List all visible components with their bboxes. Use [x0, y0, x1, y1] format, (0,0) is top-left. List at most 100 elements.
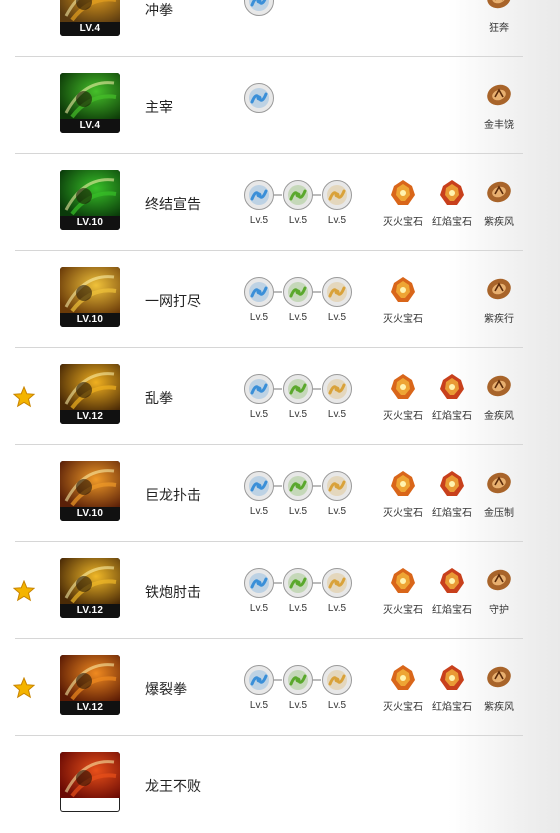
rune-effect-label: 金压制 [484, 508, 514, 519]
tripod-rune-icon[interactable] [322, 568, 352, 598]
skill-row: LV.10 巨龙扑击 Lv.5 Lv.5 Lv.5 灭火宝石 红焰宝石 金压制 [15, 445, 523, 542]
flurry-skill-icon[interactable]: LV.12 [60, 364, 120, 424]
tripod-rune-icon[interactable] [322, 665, 352, 695]
gem-label: 红焰宝石 [432, 217, 472, 228]
rune-effect-label: 金丰饶 [484, 120, 514, 131]
skill-name: 一网打尽 [145, 293, 201, 309]
tripod-rune-icon[interactable] [322, 374, 352, 404]
skill-row: LV.4 冲拳狂奔 [15, 0, 523, 57]
tripod-rune-icon[interactable] [283, 374, 313, 404]
gem-label: 红焰宝石 [432, 508, 472, 519]
rune-mark-icon [485, 178, 513, 206]
rune-connector [274, 485, 282, 487]
tripod-rune-icon[interactable] [244, 665, 274, 695]
skill-level-label: LV.10 [60, 507, 120, 521]
gem-label: 红焰宝石 [432, 411, 472, 422]
rune-connector [313, 485, 321, 487]
rune-level: Lv.5 [327, 603, 347, 614]
rune-level: Lv.5 [288, 409, 308, 420]
rune-level: Lv.5 [288, 700, 308, 711]
gem-label: 灭火宝石 [383, 605, 423, 616]
rune-level: Lv.5 [249, 603, 269, 614]
tripod-rune-icon[interactable] [244, 0, 274, 16]
skill-row: LV.12 乱拳 Lv.5 Lv.5 Lv.5 灭火宝石 红焰宝石 金疾风 [12, 348, 523, 445]
skill-row: LV.10 终结宣告 Lv.5 Lv.5 Lv.5 灭火宝石 红焰宝石 紫疾风 [15, 154, 523, 251]
fire-gem-icon [388, 372, 418, 402]
tripod-rune-icon[interactable] [283, 665, 313, 695]
tripod-rune-icon[interactable] [244, 471, 274, 501]
skill-level-label: LV.10 [60, 313, 120, 327]
tripod-rune-icon[interactable] [283, 277, 313, 307]
red-flame-gem-icon [437, 663, 467, 693]
rune-level: Lv.5 [249, 312, 269, 323]
fire-gem-icon [388, 469, 418, 499]
fire-gem-icon [388, 566, 418, 596]
gem-label: 灭火宝石 [383, 217, 423, 228]
rune-mark-icon [485, 372, 513, 400]
rune-level: Lv.5 [327, 409, 347, 420]
skill-level-label: LV.10 [60, 216, 120, 230]
rune-level: Lv.5 [288, 312, 308, 323]
rune-level: Lv.5 [327, 506, 347, 517]
red-flame-gem-icon [437, 372, 467, 402]
skill-name: 龙王不败 [145, 778, 201, 794]
rune-connector [274, 679, 282, 681]
rune-connector [274, 388, 282, 390]
rune-level: Lv.5 [288, 603, 308, 614]
fire-gem-icon [388, 178, 418, 208]
tripod-rune-icon[interactable] [283, 471, 313, 501]
fire-gem-icon [388, 663, 418, 693]
skill-level-label: LV.12 [60, 701, 120, 715]
skill-name: 乱拳 [145, 390, 173, 406]
tripod-rune-icon[interactable] [244, 374, 274, 404]
tripod-rune-icon[interactable] [322, 180, 352, 210]
cannon-elbow-skill-icon[interactable]: LV.12 [60, 558, 120, 618]
rune-level: Lv.5 [288, 215, 308, 226]
declaration-skill-icon[interactable]: LV.10 [60, 170, 120, 230]
skill-row: LV.4 主宰 金丰饶 [15, 57, 523, 154]
fist-skill-icon[interactable]: LV.4 [60, 0, 120, 36]
rune-mark-icon [485, 81, 513, 109]
skill-level-label: LV.12 [60, 410, 120, 424]
rune-connector [313, 291, 321, 293]
rune-mark-icon [485, 0, 513, 12]
gem-label: 灭火宝石 [383, 508, 423, 519]
rune-level: Lv.5 [249, 506, 269, 517]
rune-effect-label: 紫疾行 [484, 314, 514, 325]
gem-label: 红焰宝石 [432, 702, 472, 713]
rune-connector [313, 582, 321, 584]
rune-effect-label: 狂奔 [489, 23, 509, 34]
tripod-rune-icon[interactable] [322, 471, 352, 501]
tripod-rune-icon[interactable] [244, 568, 274, 598]
rune-mark-icon [485, 469, 513, 497]
gem-label: 灭火宝石 [383, 702, 423, 713]
red-flame-gem-icon [437, 469, 467, 499]
gem-label: 灭火宝石 [383, 411, 423, 422]
tripod-rune-icon[interactable] [322, 277, 352, 307]
rune-level: Lv.5 [249, 215, 269, 226]
skill-name: 冲拳 [145, 2, 173, 18]
gem-label: 灭火宝石 [383, 314, 423, 325]
burst-fist-skill-icon[interactable]: LV.12 [60, 655, 120, 715]
dragon-king-skill-icon[interactable] [60, 752, 120, 812]
skill-name: 终结宣告 [145, 196, 201, 212]
tripod-rune-icon[interactable] [244, 277, 274, 307]
skill-row: 龙王不败 [15, 736, 523, 833]
rune-level: Lv.5 [288, 506, 308, 517]
dominion-skill-icon[interactable]: LV.4 [60, 73, 120, 133]
rune-connector [274, 582, 282, 584]
rune-effect-label: 守护 [489, 605, 509, 616]
skill-name: 铁炮肘击 [145, 584, 201, 600]
red-flame-gem-icon [437, 566, 467, 596]
tripod-rune-icon[interactable] [244, 83, 274, 113]
dragon-pounce-skill-icon[interactable]: LV.10 [60, 461, 120, 521]
sweep-skill-icon[interactable]: LV.10 [60, 267, 120, 327]
skill-name: 巨龙扑击 [145, 487, 201, 503]
tripod-rune-icon[interactable] [244, 180, 274, 210]
tripod-rune-icon[interactable] [283, 180, 313, 210]
tripod-rune-icon[interactable] [283, 568, 313, 598]
rune-level: Lv.5 [327, 700, 347, 711]
skill-row: LV.12 爆裂拳 Lv.5 Lv.5 Lv.5 灭火宝石 红焰宝石 紫疾风 [12, 639, 523, 736]
rune-connector [313, 194, 321, 196]
rune-connector [313, 679, 321, 681]
